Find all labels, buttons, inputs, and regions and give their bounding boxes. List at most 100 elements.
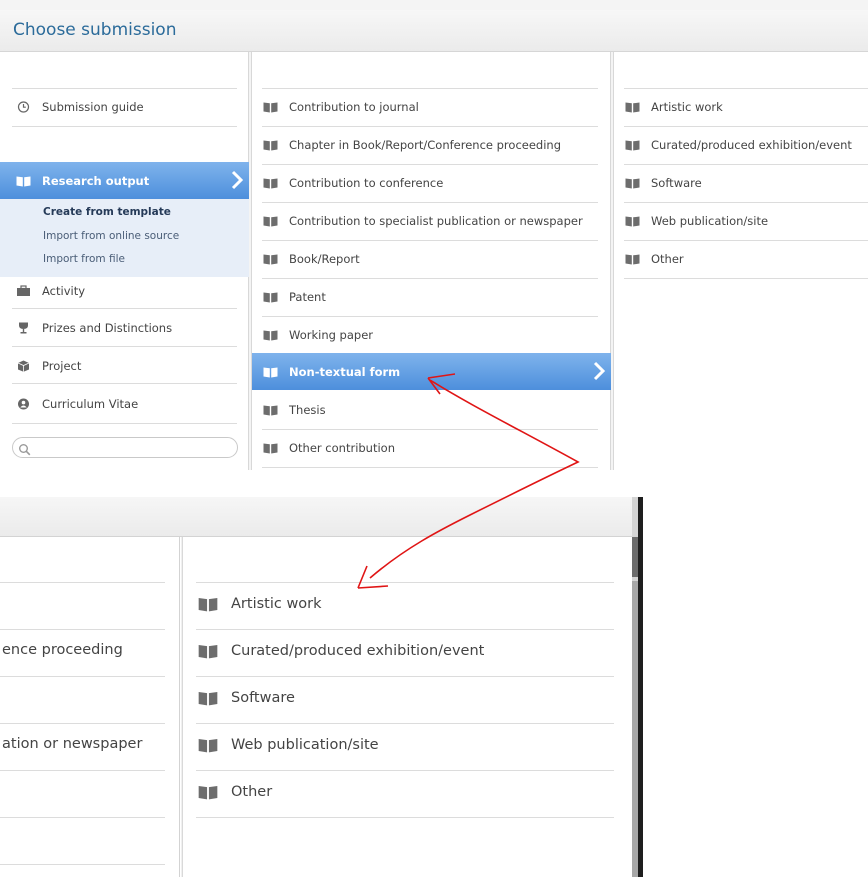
activity-item[interactable]: Activity [16,282,85,300]
curriculum-vitae-item[interactable]: Curriculum Vitae [16,395,138,413]
zoomed-subtype-column: Artistic work Curated/produced exhibitio… [184,537,632,877]
book-icon [16,175,31,187]
divider [0,629,165,630]
divider [196,723,614,724]
subtype-item[interactable]: Web publication/site [625,211,768,231]
subtype-item[interactable]: Web publication/site [198,734,379,756]
clock-icon [16,101,31,113]
subtype-label: Curated/produced exhibition/event [231,643,485,659]
book-icon [625,215,640,227]
subtype-label: Other [651,252,684,266]
book-icon [263,215,278,227]
window-titlebar: Choose submission [0,10,868,52]
divider [262,467,598,468]
book-icon [198,737,218,753]
search-input[interactable] [35,440,231,455]
briefcase-icon [16,285,31,297]
divider [196,770,614,771]
template-item-fragment[interactable]: ation or newspaper [2,733,142,755]
template-label: Book/Report [289,252,360,266]
subtype-item[interactable]: Other [198,781,272,803]
divider [12,88,237,89]
book-icon [263,253,278,265]
divider [196,629,614,630]
divider [262,88,598,89]
prizes-item[interactable]: Prizes and Distinctions [16,319,172,337]
subtype-item[interactable]: Software [198,687,295,709]
zoomed-header [0,497,632,537]
template-label: Thesis [289,403,326,417]
template-item[interactable]: Thesis [263,400,326,420]
book-icon [263,404,278,416]
template-item[interactable]: Working paper [263,325,373,345]
template-item[interactable]: Chapter in Book/Report/Conference procee… [263,135,561,155]
zoomed-template-column: ence proceeding ation or newspaper [0,537,180,877]
project-item[interactable]: Project [16,357,81,375]
template-item[interactable]: Patent [263,287,326,307]
subtype-label: Web publication/site [651,214,769,228]
search-box[interactable] [12,437,238,458]
book-icon [625,139,640,151]
subtype-item[interactable]: Other [625,249,684,269]
subtype-column: Artistic work Curated/produced exhibitio… [613,52,868,470]
scrollbar[interactable] [632,497,643,877]
book-icon [263,442,278,454]
person-icon [16,398,31,410]
non-textual-form-label: Non-textual form [289,364,401,379]
template-item[interactable]: Contribution to conference [263,173,443,193]
research-output-submenu: Create from template Import from online … [0,199,249,277]
subtype-item[interactable]: Curated/produced exhibition/event [625,135,852,155]
subtype-item[interactable]: Curated/produced exhibition/event [198,640,484,662]
divider [0,723,165,724]
chevron-right-icon [593,361,606,381]
template-label: Contribution to conference [289,176,444,190]
divider [262,126,598,127]
book-icon [625,177,640,189]
template-label: Contribution to specialist publication o… [289,214,583,228]
create-from-template-link[interactable]: Create from template [43,206,171,218]
book-icon [198,690,218,706]
template-column: Contribution to journal Chapter in Book/… [251,52,611,470]
template-fragment-label: ation or newspaper [2,736,143,752]
book-icon [263,329,278,341]
book-icon [625,253,640,265]
template-item-fragment[interactable]: ence proceeding [2,639,123,661]
zoomed-detail-view: ence proceeding ation or newspaper Artis… [0,497,868,877]
subtype-item[interactable]: Artistic work [198,593,322,615]
activity-label: Activity [42,284,86,298]
divider [624,164,868,165]
subtype-item[interactable]: Artistic work [625,97,723,117]
template-item[interactable]: Other contribution [263,438,395,458]
window-edge [638,497,643,877]
divider [0,817,165,818]
research-output-label: Research output [42,173,150,188]
template-item[interactable]: Book/Report [263,249,360,269]
template-item[interactable]: Contribution to specialist publication o… [263,211,583,231]
template-label: Contribution to journal [289,100,419,114]
search-icon [18,441,31,456]
divider [12,308,237,309]
subtype-item[interactable]: Software [625,173,702,193]
divider [624,240,868,241]
divider [624,202,868,203]
divider [0,582,165,583]
divider [12,383,237,384]
non-textual-form-item[interactable]: Non-textual form [252,353,611,390]
prizes-label: Prizes and Distinctions [42,321,173,335]
template-item[interactable]: Contribution to journal [263,97,419,117]
import-file-link[interactable]: Import from file [43,253,125,265]
book-icon [263,139,278,151]
research-output-item[interactable]: Research output [0,162,249,199]
submission-guide-item[interactable]: Submission guide [16,97,144,117]
divider [624,126,868,127]
book-icon [263,101,278,113]
template-fragment-label: ence proceeding [2,642,123,658]
import-online-link[interactable]: Import from online source [43,230,179,242]
subtype-label: Curated/produced exhibition/event [651,138,852,152]
category-column: Submission guide Research output Create … [0,52,249,470]
book-icon [263,366,278,378]
divider [262,240,598,241]
divider [196,582,614,583]
divider [196,817,614,818]
subtype-label: Artistic work [651,100,723,114]
